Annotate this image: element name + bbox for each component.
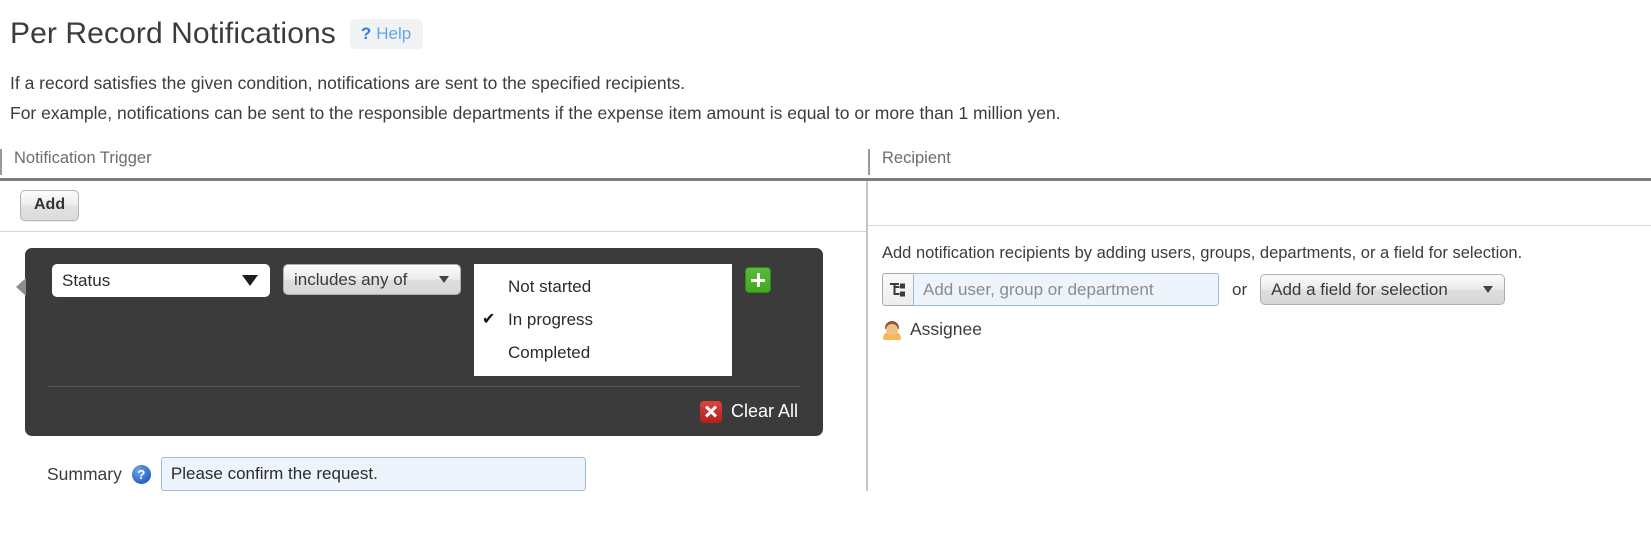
condition-panel: Status includes any of Not started ✔ In … (16, 248, 823, 437)
clear-all-button[interactable]: Clear All (699, 400, 798, 423)
recipient-description: Add notification recipients by adding us… (882, 244, 1523, 263)
check-icon: ✔ (482, 310, 496, 328)
list-item[interactable]: Not started (474, 270, 732, 303)
summary-label: Summary (47, 463, 122, 484)
recipient-picker (882, 273, 1219, 307)
description-line-2: For example, notifications can be sent t… (10, 103, 1061, 124)
condition-footer: Clear All (48, 386, 800, 436)
user-avatar-icon (882, 320, 902, 340)
field-for-selection-value: Add a field for selection (1271, 279, 1448, 299)
chevron-down-icon (242, 275, 258, 287)
question-circle-icon[interactable]: ? (131, 464, 151, 484)
chevron-down-icon (1483, 286, 1494, 294)
field-select-value: Status (62, 270, 111, 290)
list-item[interactable]: Assignee (882, 319, 1651, 340)
recipient-entry-label: Assignee (910, 319, 982, 340)
field-select[interactable]: Status (52, 264, 270, 298)
chevron-down-icon (439, 276, 449, 284)
page-header: Per Record Notifications ? Help (0, 0, 1651, 56)
column-header-notification-trigger: Notification Trigger (0, 149, 868, 178)
recipient-controls: or Add a field for selection (882, 273, 1651, 307)
or-label: or (1232, 279, 1248, 299)
add-condition-value-button[interactable] (745, 267, 771, 294)
condition-row: Status includes any of Not started ✔ In … (25, 264, 823, 386)
option-label: Not started (508, 276, 592, 296)
per-record-notifications-page: Per Record Notifications ? Help If a rec… (0, 0, 1651, 537)
list-item[interactable]: Completed (474, 336, 732, 369)
add-button-row: Add (0, 181, 866, 233)
page-title: Per Record Notifications (10, 17, 336, 50)
summary-input[interactable] (160, 457, 586, 492)
recipient-toolbar-spacer (868, 181, 1651, 227)
page-description: If a record satisfies the given conditio… (0, 56, 1651, 128)
option-label: In progress (508, 309, 594, 329)
list-item[interactable]: ✔ In progress (474, 303, 732, 336)
close-x-icon (699, 400, 722, 423)
notifications-table: Notification Trigger Recipient Add Statu… (0, 149, 1651, 492)
question-mark-icon: ? (360, 24, 372, 43)
condition-area: Status includes any of Not started ✔ In … (0, 232, 866, 492)
notification-trigger-column: Add Status includes any of Not started ✔… (0, 181, 868, 492)
field-for-selection-select[interactable]: Add a field for selection (1260, 274, 1506, 306)
org-tree-icon[interactable] (882, 273, 913, 307)
panel-pointer-arrow (16, 278, 26, 297)
option-list: Not started ✔ In progress Completed (474, 264, 732, 377)
description-line-1: If a record satisfies the given conditio… (10, 73, 686, 93)
operator-select[interactable]: includes any of (283, 264, 461, 296)
table-body: Add Status includes any of Not started ✔… (0, 181, 1651, 492)
clear-all-label: Clear All (730, 401, 798, 422)
help-button[interactable]: ? Help (349, 19, 424, 49)
operator-select-value: includes any of (294, 269, 408, 289)
help-button-label: Help (376, 24, 412, 43)
recipient-search-input[interactable] (913, 273, 1219, 307)
option-label: Completed (508, 342, 591, 362)
table-header-row: Notification Trigger Recipient (0, 149, 1651, 182)
recipient-body: Add notification recipients by adding us… (868, 226, 1651, 340)
recipient-column: Add notification recipients by adding us… (868, 181, 1651, 491)
summary-row: Summary ? (25, 436, 866, 492)
add-button[interactable]: Add (20, 190, 80, 222)
column-header-recipient: Recipient (868, 149, 1651, 178)
